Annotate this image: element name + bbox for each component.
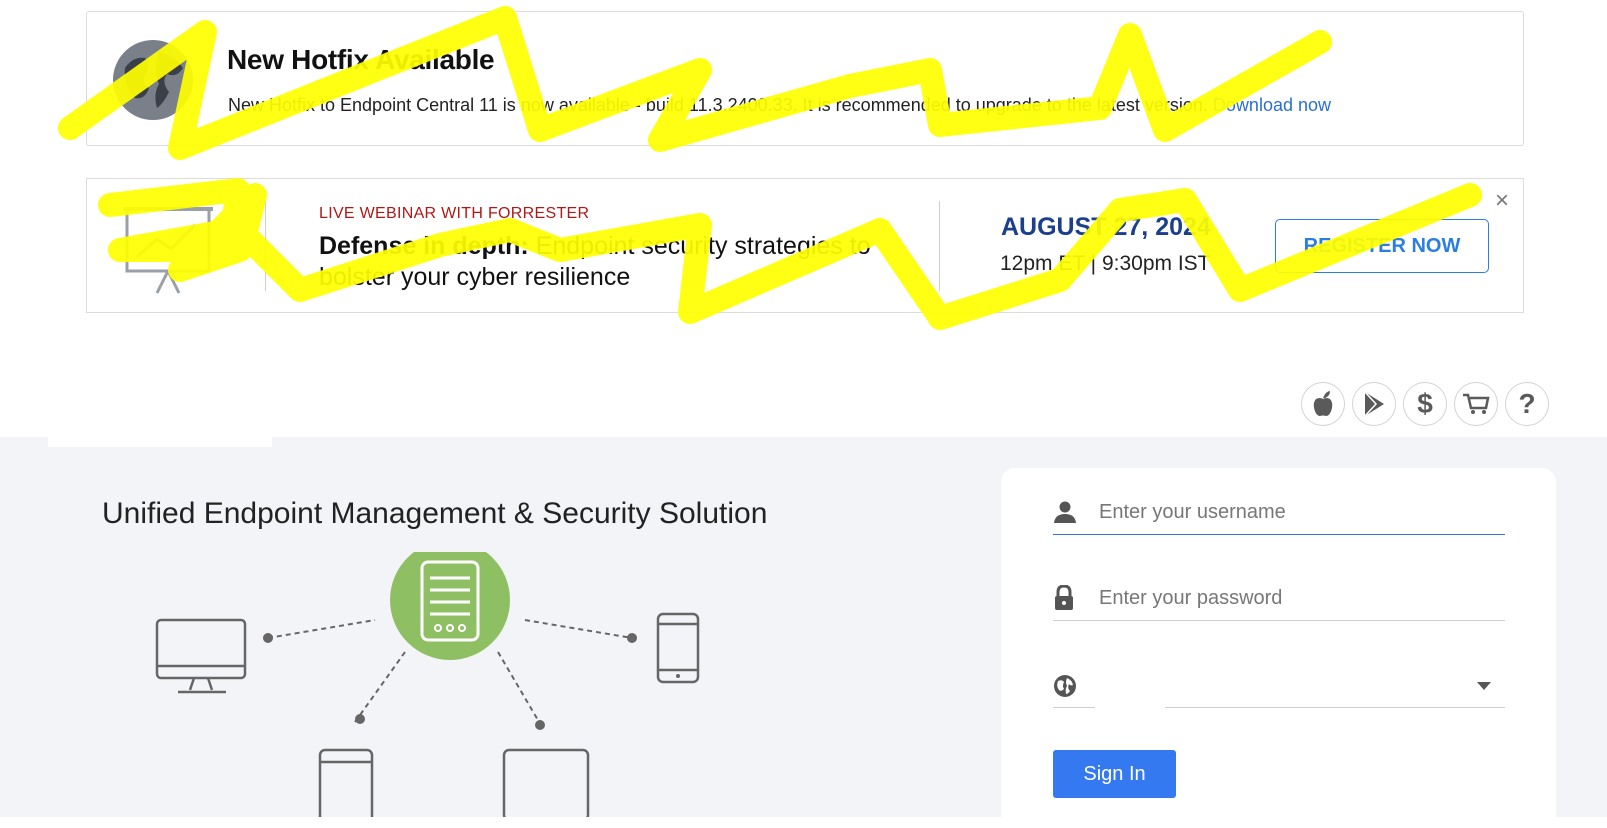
- register-now-button[interactable]: REGISTER NOW: [1275, 219, 1489, 273]
- hotfix-banner: New Hotfix Available New Hotfix to Endpo…: [86, 11, 1524, 146]
- lock-icon: [1053, 585, 1089, 611]
- tab-notch: [48, 437, 272, 447]
- endpoint-network-illustration: [155, 552, 700, 817]
- username-input[interactable]: [1089, 500, 1499, 524]
- help-icon[interactable]: ?: [1505, 382, 1549, 426]
- webinar-title-bold: Defense in depth:: [319, 232, 529, 260]
- play-store-icon[interactable]: [1352, 382, 1396, 426]
- webinar-divider: [265, 201, 266, 291]
- password-input[interactable]: [1089, 586, 1499, 610]
- presentation-board-icon: [123, 207, 213, 294]
- webinar-divider: [939, 201, 940, 291]
- hotfix-title: New Hotfix Available: [227, 44, 495, 75]
- laptop-icon: [502, 748, 590, 817]
- apple-icon[interactable]: [1301, 382, 1345, 426]
- close-icon[interactable]: ×: [1495, 187, 1509, 215]
- cart-icon[interactable]: [1454, 382, 1498, 426]
- globe-icon: [113, 40, 193, 120]
- username-field: [1053, 490, 1505, 535]
- globe-icon: [1053, 664, 1095, 708]
- login-panel: Sign In: [1001, 468, 1556, 828]
- password-field: [1053, 576, 1505, 621]
- product-tagline: Unified Endpoint Management & Security S…: [102, 497, 768, 530]
- hotfix-message: New Hotfix to Endpoint Central 11 is now…: [228, 95, 1331, 116]
- dollar-icon[interactable]: $: [1403, 382, 1447, 426]
- desktop-icon: [155, 618, 247, 694]
- webinar-banner: LIVE WEBINAR WITH FORRESTER Defense in d…: [86, 178, 1524, 313]
- webinar-eyebrow: LIVE WEBINAR WITH FORRESTER: [319, 205, 590, 222]
- app-links: $ ?: [1301, 382, 1549, 426]
- webinar-time: 12pm ET | 9:30pm IST: [1000, 252, 1211, 275]
- server-icon: [390, 552, 510, 660]
- language-field: [1053, 664, 1505, 708]
- user-icon: [1053, 500, 1089, 524]
- download-now-link[interactable]: Download now: [1213, 95, 1331, 115]
- webinar-title: Defense in depth: Endpoint security stra…: [319, 231, 909, 293]
- phone-icon: [656, 612, 700, 684]
- main-section: Unified Endpoint Management & Security S…: [0, 437, 1607, 828]
- webinar-date: AUGUST 27, 2024: [1001, 213, 1211, 241]
- sign-in-button[interactable]: Sign In: [1053, 750, 1176, 798]
- hotfix-message-text: New Hotfix to Endpoint Central 11 is now…: [228, 95, 1208, 115]
- chevron-down-icon: [1477, 682, 1491, 690]
- language-select[interactable]: [1165, 664, 1505, 708]
- tablet-icon: [318, 748, 374, 817]
